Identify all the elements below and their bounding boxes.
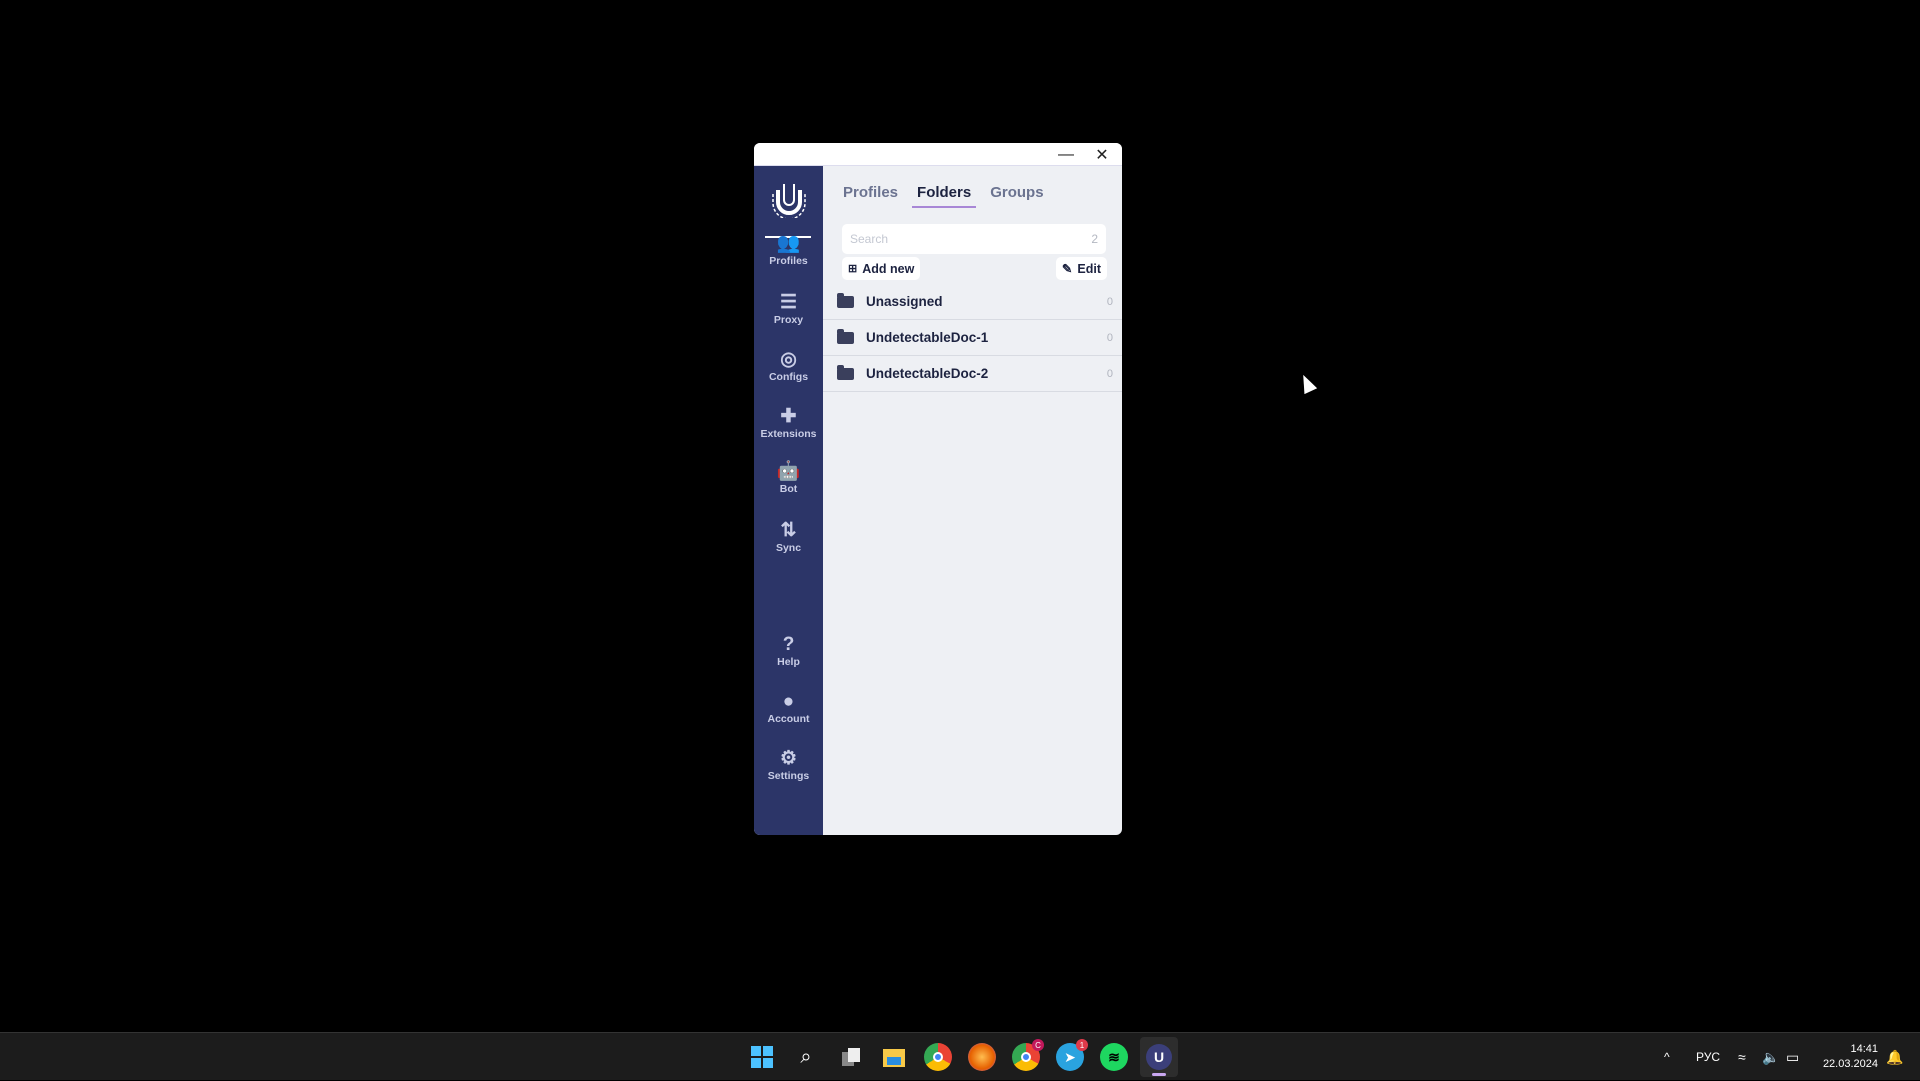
- sync-icon: ⇅: [780, 520, 797, 541]
- app-logo: [772, 184, 806, 218]
- folder-row[interactable]: UndetectableDoc-2 0: [823, 356, 1122, 392]
- tab-groups[interactable]: Groups: [990, 184, 1043, 208]
- task-view-icon[interactable]: [837, 1043, 865, 1071]
- battery-icon[interactable]: ▭: [1786, 1033, 1799, 1081]
- user-circle-icon: ●: [782, 691, 795, 712]
- folder-count: 0: [1106, 295, 1113, 308]
- server-icon: ☰: [779, 292, 798, 313]
- tab-bar: Profiles Folders Groups: [843, 184, 1044, 208]
- sidebar-label: Bot: [779, 483, 798, 495]
- sidebar-item-account[interactable]: ● Account: [754, 691, 823, 725]
- fingerprint-icon: ◎: [780, 349, 797, 370]
- folder-row[interactable]: Unassigned 0: [823, 284, 1122, 320]
- folder-icon: [837, 364, 854, 380]
- firefox-icon[interactable]: [968, 1043, 996, 1071]
- sidebar-item-proxy[interactable]: ☰ Proxy: [754, 292, 823, 326]
- users-gear-icon: 👥: [776, 233, 801, 254]
- file-explorer-icon[interactable]: [880, 1043, 908, 1071]
- sidebar: 👥 Profiles ☰ Proxy ◎ Configs ✚ Extensions 🤖 B…: [754, 166, 823, 835]
- sidebar-label: Profiles: [769, 255, 808, 267]
- time: 14:41: [1850, 1043, 1878, 1055]
- tab-profiles[interactable]: Profiles: [843, 184, 898, 208]
- edit-label: Edit: [1077, 261, 1101, 276]
- volume-icon[interactable]: 🔈: [1762, 1033, 1779, 1081]
- language-indicator[interactable]: РУС: [1696, 1033, 1720, 1081]
- folder-icon: [837, 292, 854, 308]
- telegram-icon[interactable]: ➤ 1: [1056, 1039, 1088, 1071]
- folder-list: Unassigned 0 UndetectableDoc-1 0 Undetecta…: [823, 284, 1122, 392]
- search-count: 2: [1091, 232, 1098, 246]
- folder-count: 0: [1106, 367, 1113, 380]
- search-box: 2: [842, 224, 1106, 254]
- sidebar-label: Account: [767, 713, 810, 725]
- gear-icon: ⚙: [779, 748, 798, 769]
- question-icon: ?: [782, 634, 795, 655]
- sidebar-item-profiles[interactable]: 👥 Profiles: [754, 233, 823, 267]
- folder-name: UndetectableDoc-1: [866, 330, 989, 345]
- sidebar-label: Settings: [767, 770, 810, 782]
- sidebar-item-help[interactable]: ? Help: [754, 634, 823, 668]
- edit-icon: ✎: [1061, 262, 1073, 276]
- minimize-button[interactable]: —: [1048, 143, 1084, 166]
- sidebar-label: Configs: [768, 371, 809, 383]
- sidebar-item-sync[interactable]: ⇅ Sync: [754, 520, 823, 554]
- search-icon[interactable]: ⌕: [792, 1043, 820, 1071]
- main-panel: Profiles Folders Groups 2 ⊞ Add new ✎ Edit…: [823, 166, 1122, 835]
- sidebar-item-extensions[interactable]: ✚ Extensions: [754, 406, 823, 440]
- title-bar: — ✕: [754, 143, 1122, 166]
- sidebar-label: Help: [777, 656, 800, 668]
- folder-name: UndetectableDoc-2: [866, 366, 989, 381]
- folder-plus-icon: ⊞: [848, 263, 858, 275]
- undetectable-app-icon[interactable]: U: [1140, 1037, 1178, 1077]
- sidebar-item-settings[interactable]: ⚙ Settings: [754, 748, 823, 782]
- puzzle-icon: ✚: [780, 406, 797, 427]
- robot-icon: 🤖: [776, 461, 801, 482]
- date: 22.03.2024: [1822, 1058, 1878, 1070]
- notification-badge: 1: [1076, 1039, 1088, 1051]
- folder-icon: [837, 328, 854, 344]
- tab-folders[interactable]: Folders: [912, 184, 977, 208]
- sidebar-item-configs[interactable]: ◎ Configs: [754, 349, 823, 383]
- chrome-icon[interactable]: [924, 1043, 952, 1071]
- wifi-icon[interactable]: ≈: [1738, 1033, 1746, 1081]
- mouse-cursor: [1296, 371, 1318, 395]
- notifications-icon[interactable]: 🔔: [1886, 1033, 1903, 1081]
- folder-count: 0: [1106, 331, 1113, 344]
- show-hidden-icons[interactable]: ^: [1664, 1033, 1670, 1081]
- chrome-profile-icon[interactable]: C: [1012, 1039, 1044, 1071]
- close-button[interactable]: ✕: [1084, 143, 1120, 166]
- add-new-label: Add new: [862, 261, 915, 276]
- taskbar: ⌕ C ➤ 1 ≋ U ^ РУС ≈ 🔈 ▭ 14:41 22.03.2024 🔔: [0, 1032, 1920, 1080]
- folder-row[interactable]: UndetectableDoc-1 0: [823, 320, 1122, 356]
- sidebar-label: Extensions: [760, 428, 817, 440]
- notification-badge: C: [1032, 1039, 1044, 1051]
- clock[interactable]: 14:41 22.03.2024: [1818, 1033, 1878, 1081]
- spotify-icon[interactable]: ≋: [1100, 1043, 1128, 1071]
- add-new-button[interactable]: ⊞ Add new: [842, 257, 921, 280]
- edit-button[interactable]: ✎ Edit: [1055, 257, 1107, 280]
- sidebar-label: Proxy: [773, 314, 804, 326]
- app-window: — ✕ 👥 Profiles ☰ Proxy ◎ Configs ✚ Extension…: [754, 143, 1122, 835]
- folder-name: Unassigned: [866, 294, 943, 309]
- sidebar-item-bot[interactable]: 🤖 Bot: [754, 461, 823, 495]
- start-icon[interactable]: [748, 1043, 776, 1071]
- search-input[interactable]: [850, 232, 1092, 246]
- sidebar-label: Sync: [775, 542, 802, 554]
